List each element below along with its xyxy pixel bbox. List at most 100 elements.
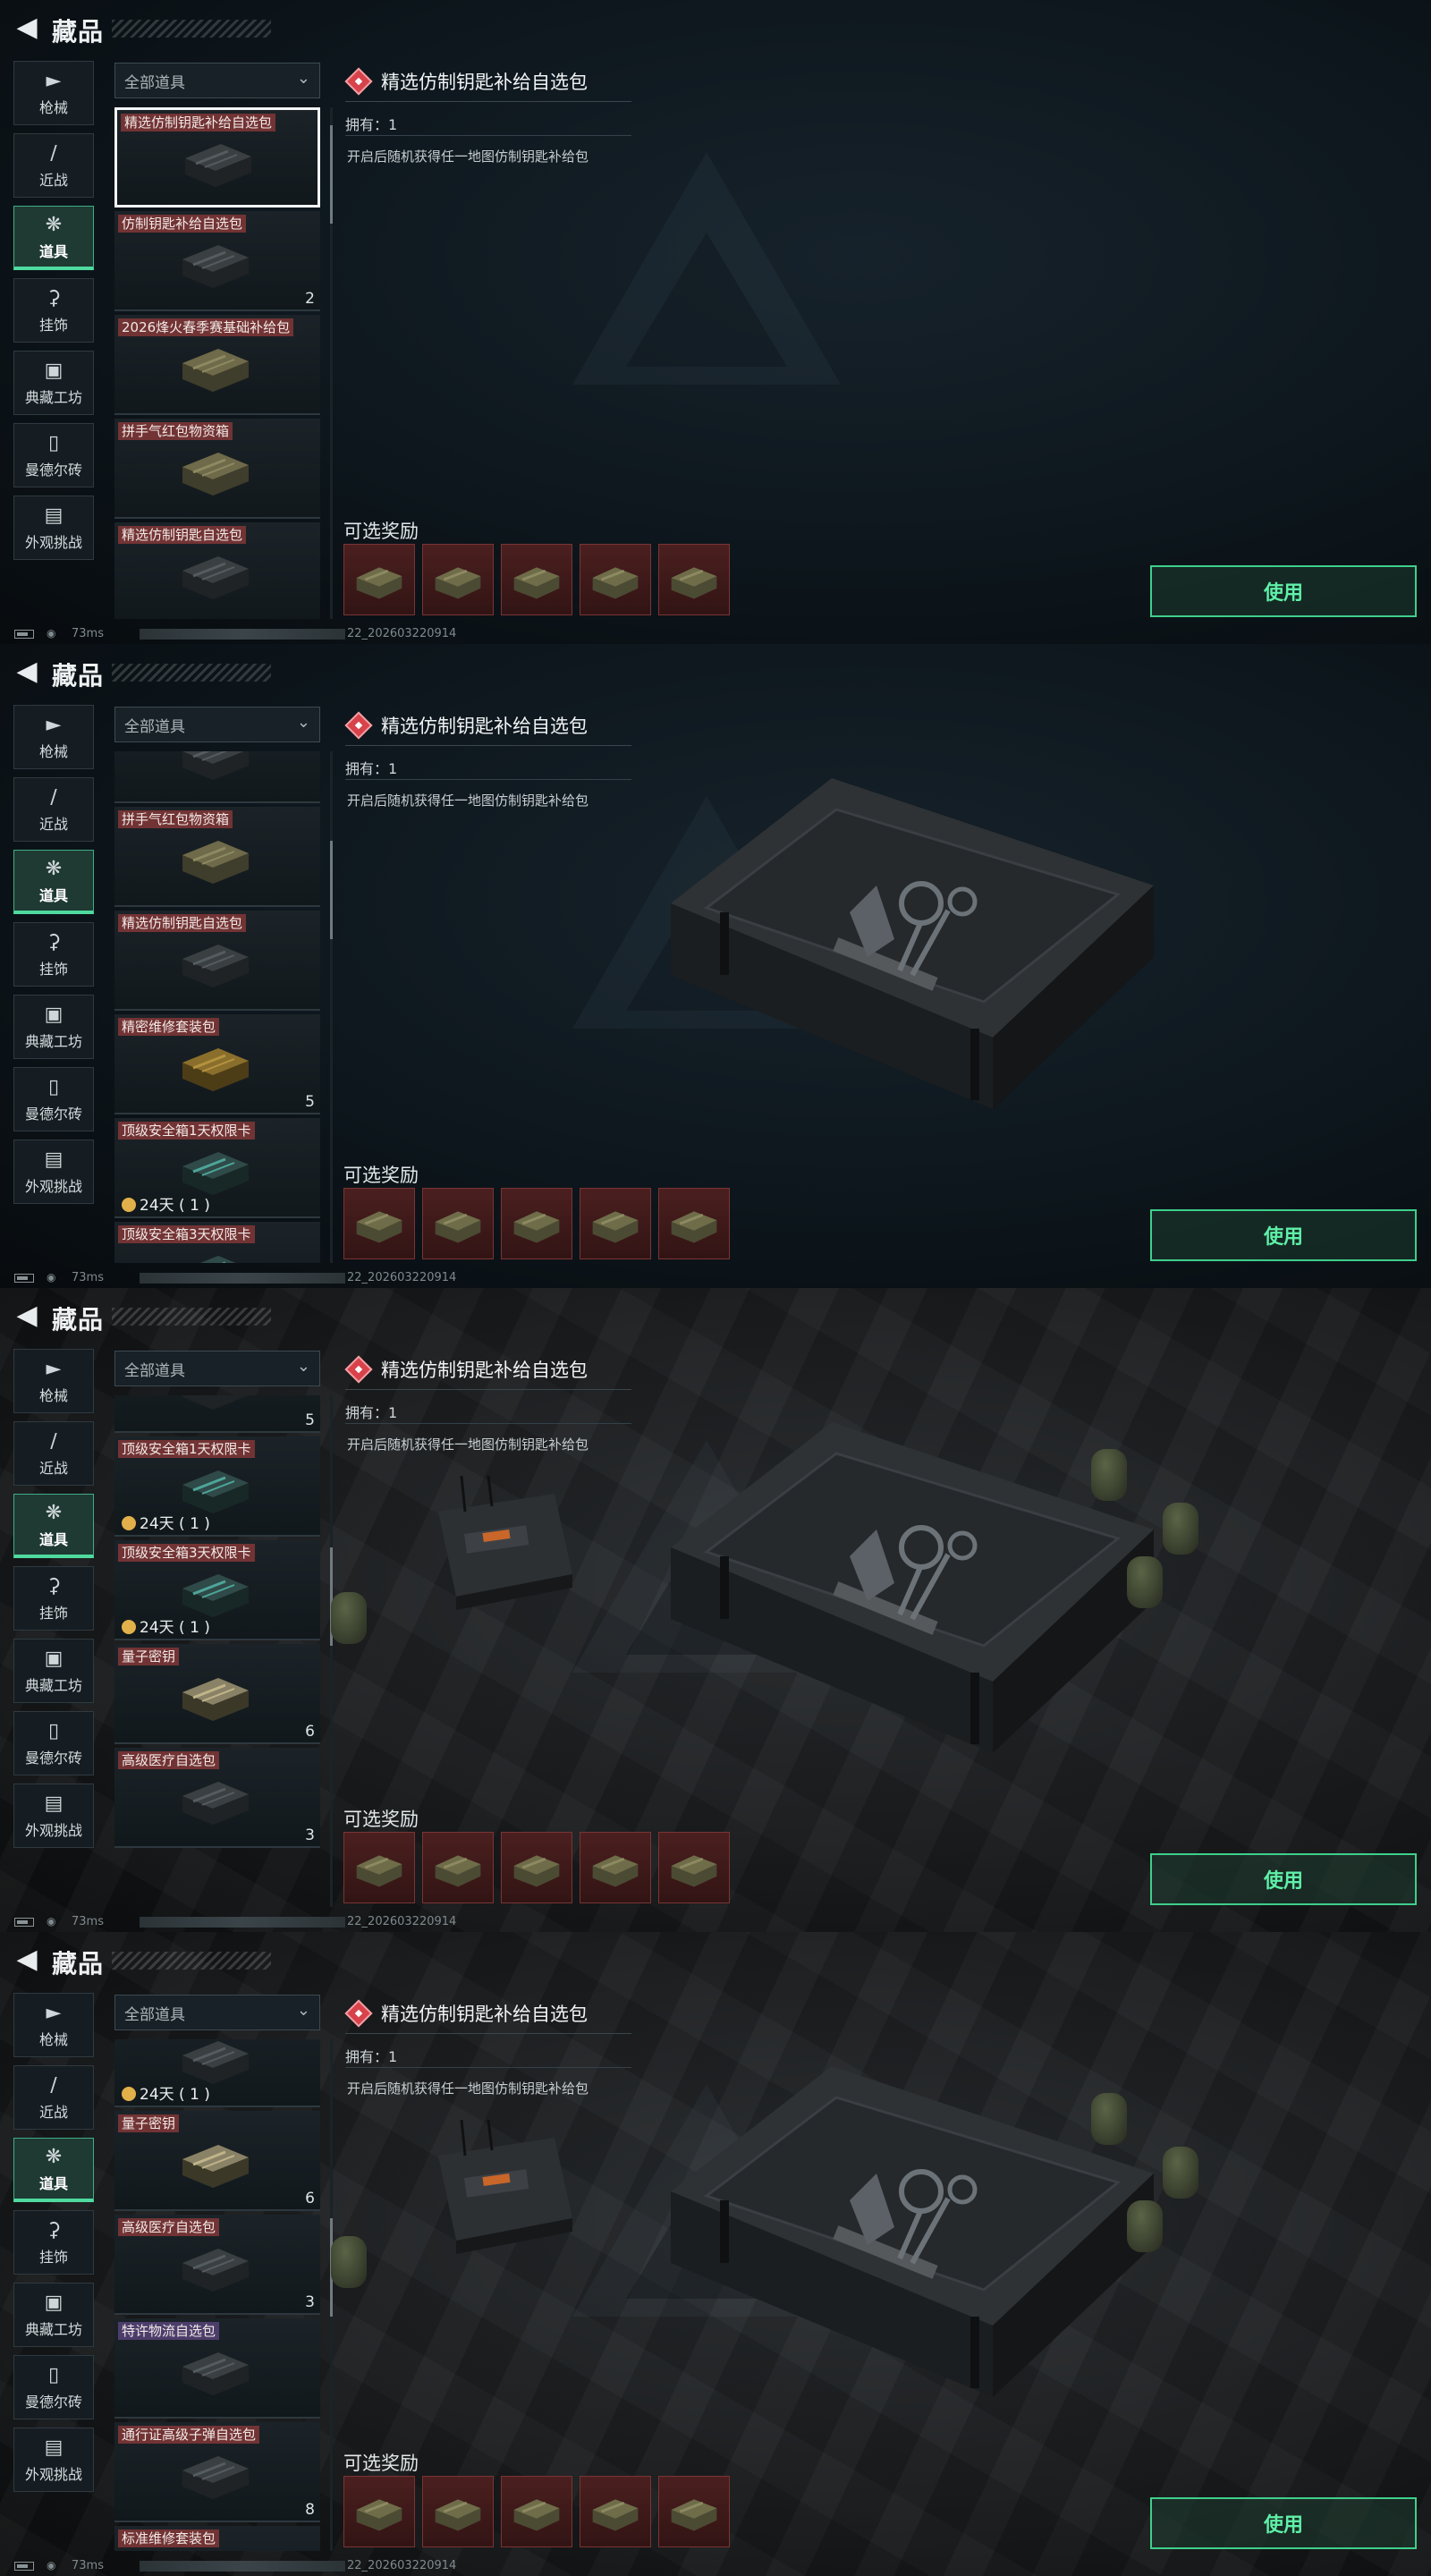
sidebar-item-3[interactable]: ⚳ 挂饰 (13, 2210, 94, 2275)
item-list[interactable]: 24天 ( 1 ) 量子密钥 6 高级医疗自选包 3 特许物流自选包 通行证高级子弹自选包 8… (114, 2039, 322, 2551)
sidebar-item-1[interactable]: ∕ 近战 (13, 777, 94, 842)
item-filter-dropdown[interactable]: 全部道具 ⌄ (114, 707, 320, 742)
reward-slot[interactable] (422, 544, 494, 615)
item-card[interactable]: 顶级安全箱1天权限卡 24天 ( 1 ) (114, 1118, 320, 1218)
reward-slot[interactable] (422, 1188, 494, 1259)
item-card[interactable]: 精选仿制钥匙补给自选包 (114, 107, 320, 208)
collection-panel-2: ◀ 藏品 ► 枪械 ∕ 近战 ❋ 道具 ⚳ 挂饰 ▣ 典藏工坊 ▯ 曼德尔砖 ▤ 外观挑战 全部道具 ⌄ … (0, 644, 1431, 1288)
sidebar-item-6[interactable]: ▤ 外观挑战 (13, 1140, 94, 1204)
use-button[interactable]: 使用 (1150, 2497, 1417, 2549)
sidebar-item-4[interactable]: ▣ 典藏工坊 (13, 2283, 94, 2347)
gun-icon: ► (46, 70, 62, 92)
sidebar-item-5[interactable]: ▯ 曼德尔砖 (13, 423, 94, 487)
sidebar-item-2[interactable]: ❋ 道具 (13, 2138, 94, 2202)
item-card[interactable]: 5 (114, 1395, 320, 1433)
reward-slot[interactable] (658, 1832, 730, 1903)
reward-slot[interactable] (343, 2476, 415, 2547)
use-button[interactable]: 使用 (1150, 1209, 1417, 1261)
item-name: 量子密钥 (118, 1648, 180, 1665)
sidebar-item-0[interactable]: ► 枪械 (13, 1349, 94, 1413)
sidebar-item-2[interactable]: ❋ 道具 (13, 206, 94, 270)
reward-slot[interactable] (501, 1832, 572, 1903)
item-card[interactable]: 标准维修套装包 (114, 2526, 320, 2551)
item-filter-dropdown[interactable]: 全部道具 ⌄ (114, 63, 320, 98)
sidebar-item-6[interactable]: ▤ 外观挑战 (13, 496, 94, 560)
item-list[interactable]: 精选仿制钥匙补给自选包仿制钥匙补给自选包 2 2026烽火春季赛基础补给包 拼手气红包… (114, 107, 322, 619)
back-arrow-icon[interactable]: ◀ (14, 658, 39, 685)
sidebar-item-3[interactable]: ⚳ 挂饰 (13, 1566, 94, 1631)
item-card[interactable]: 顶级安全箱3天权限卡 (114, 1222, 320, 1263)
item-filter-dropdown[interactable]: 全部道具 ⌄ (114, 1351, 320, 1386)
list-scroll-thumb[interactable] (330, 841, 333, 939)
item-card[interactable]: 量子密钥 6 (114, 1644, 320, 1744)
sidebar-item-0[interactable]: ► 枪械 (13, 1993, 94, 2057)
item-filter-dropdown[interactable]: 全部道具 ⌄ (114, 1995, 320, 2030)
background-device (429, 2119, 581, 2263)
reward-slot[interactable] (580, 544, 651, 615)
sidebar-item-5[interactable]: ▯ 曼德尔砖 (13, 2355, 94, 2419)
item-card[interactable]: 24天 ( 1 ) (114, 2039, 320, 2107)
sidebar-item-0[interactable]: ► 枪械 (13, 705, 94, 769)
item-list[interactable]: 5 顶级安全箱1天权限卡 24天 ( 1 ) 顶级安全箱3天权限卡 24天 ( 1 ) 量… (114, 1395, 322, 1907)
item-card[interactable]: 通行证高级子弹自选包 8 (114, 2422, 320, 2522)
sidebar-item-label: 挂饰 (38, 1605, 68, 1622)
sidebar-item-2[interactable]: ❋ 道具 (13, 850, 94, 914)
reward-slot[interactable] (343, 544, 415, 615)
reward-slot[interactable] (501, 1188, 572, 1259)
item-card[interactable]: 拼手气红包物资箱 (114, 807, 320, 907)
sidebar-item-1[interactable]: ∕ 近战 (13, 1421, 94, 1486)
sidebar-item-3[interactable]: ⚳ 挂饰 (13, 278, 94, 343)
reward-slot[interactable] (501, 544, 572, 615)
reward-slot[interactable] (343, 1832, 415, 1903)
reward-slot[interactable] (580, 1188, 651, 1259)
item-list[interactable]: 拼手气红包物资箱 精选仿制钥匙自选包 精密维修套装包 5 顶级安全箱1天权限卡 24天 (… (114, 751, 322, 1263)
sidebar-item-4[interactable]: ▣ 典藏工坊 (13, 1639, 94, 1703)
item-card[interactable]: 2026烽火春季赛基础补给包 (114, 315, 320, 415)
back-arrow-icon[interactable]: ◀ (14, 14, 39, 41)
item-card[interactable]: 精选仿制钥匙自选包 (114, 911, 320, 1011)
item-card[interactable] (114, 751, 320, 803)
sidebar-item-6[interactable]: ▤ 外观挑战 (13, 2428, 94, 2492)
reward-slot[interactable] (422, 2476, 494, 2547)
back-arrow-icon[interactable]: ◀ (14, 1302, 39, 1329)
reward-slot[interactable] (658, 2476, 730, 2547)
item-card[interactable]: 仿制钥匙补给自选包 2 (114, 211, 320, 311)
item-card[interactable]: 特许物流自选包 (114, 2318, 320, 2419)
item-card[interactable]: 顶级安全箱1天权限卡 24天 ( 1 ) (114, 1436, 320, 1537)
reward-slot[interactable] (580, 2476, 651, 2547)
top-bar: ◀ 藏品 (0, 0, 1431, 57)
item-card[interactable]: 拼手气红包物资箱 (114, 419, 320, 519)
reward-slot[interactable] (422, 1832, 494, 1903)
sidebar-item-2[interactable]: ❋ 道具 (13, 1494, 94, 1558)
item-card[interactable]: 量子密钥 6 (114, 2111, 320, 2211)
item-name: 精选仿制钥匙补给自选包 (121, 114, 276, 131)
item-card[interactable]: 顶级安全箱3天权限卡 24天 ( 1 ) (114, 1540, 320, 1640)
reward-slot[interactable] (501, 2476, 572, 2547)
reward-slot[interactable] (658, 1188, 730, 1259)
list-scroll-thumb[interactable] (330, 125, 333, 224)
item-card[interactable]: 精选仿制钥匙自选包 (114, 522, 320, 619)
sidebar-item-4[interactable]: ▣ 典藏工坊 (13, 351, 94, 415)
sidebar-item-6[interactable]: ▤ 外观挑战 (13, 1784, 94, 1848)
item-card[interactable]: 高级医疗自选包 3 (114, 1748, 320, 1848)
item-card[interactable]: 高级医疗自选包 3 (114, 2215, 320, 2315)
use-button[interactable]: 使用 (1150, 1853, 1417, 1905)
sidebar-item-4[interactable]: ▣ 典藏工坊 (13, 995, 94, 1059)
reward-slot[interactable] (658, 544, 730, 615)
item-name: 高级医疗自选包 (118, 2218, 220, 2236)
sidebar-item-5[interactable]: ▯ 曼德尔砖 (13, 1067, 94, 1131)
sidebar-item-3[interactable]: ⚳ 挂饰 (13, 922, 94, 987)
back-arrow-icon[interactable]: ◀ (14, 1946, 39, 1973)
use-button[interactable]: 使用 (1150, 565, 1417, 617)
list-scrollbar[interactable] (330, 751, 333, 1263)
sidebar-item-1[interactable]: ∕ 近战 (13, 2065, 94, 2130)
detail-title: 精选仿制钥匙补给自选包 (381, 2004, 588, 2025)
list-scrollbar[interactable] (330, 1395, 333, 1907)
item-card[interactable]: 精密维修套装包 5 (114, 1014, 320, 1114)
reward-slot[interactable] (580, 1832, 651, 1903)
sidebar-item-0[interactable]: ► 枪械 (13, 61, 94, 125)
sidebar-item-5[interactable]: ▯ 曼德尔砖 (13, 1711, 94, 1775)
build-id: 22_202603220914 (347, 1271, 457, 1284)
reward-slot[interactable] (343, 1188, 415, 1259)
sidebar-item-1[interactable]: ∕ 近战 (13, 133, 94, 198)
